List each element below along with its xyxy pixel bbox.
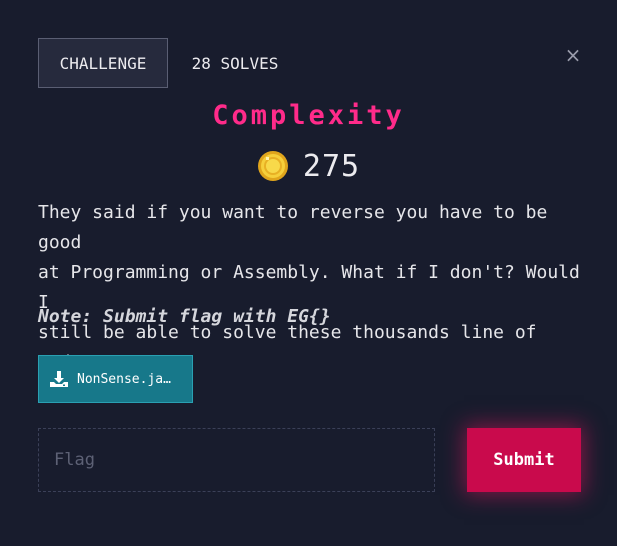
challenge-note: Note: Submit flag with EG{} (38, 306, 331, 327)
file-download-button[interactable]: NonSense.ja… (38, 355, 193, 403)
close-icon[interactable]: × (562, 42, 584, 68)
challenge-title: Complexity (212, 100, 405, 131)
points-display: 275 (0, 148, 617, 184)
tab-challenge[interactable]: CHALLENGE (38, 38, 168, 88)
challenge-description: They said if you want to reverse you hav… (38, 202, 580, 373)
submit-button[interactable]: Submit (467, 428, 581, 492)
file-name-label: NonSense.ja… (77, 371, 171, 387)
download-icon (50, 371, 68, 387)
coin-icon (257, 151, 288, 181)
tab-solves[interactable]: 28 SOLVES (170, 38, 300, 88)
flag-input[interactable] (38, 428, 435, 492)
points-value: 275 (302, 148, 361, 184)
